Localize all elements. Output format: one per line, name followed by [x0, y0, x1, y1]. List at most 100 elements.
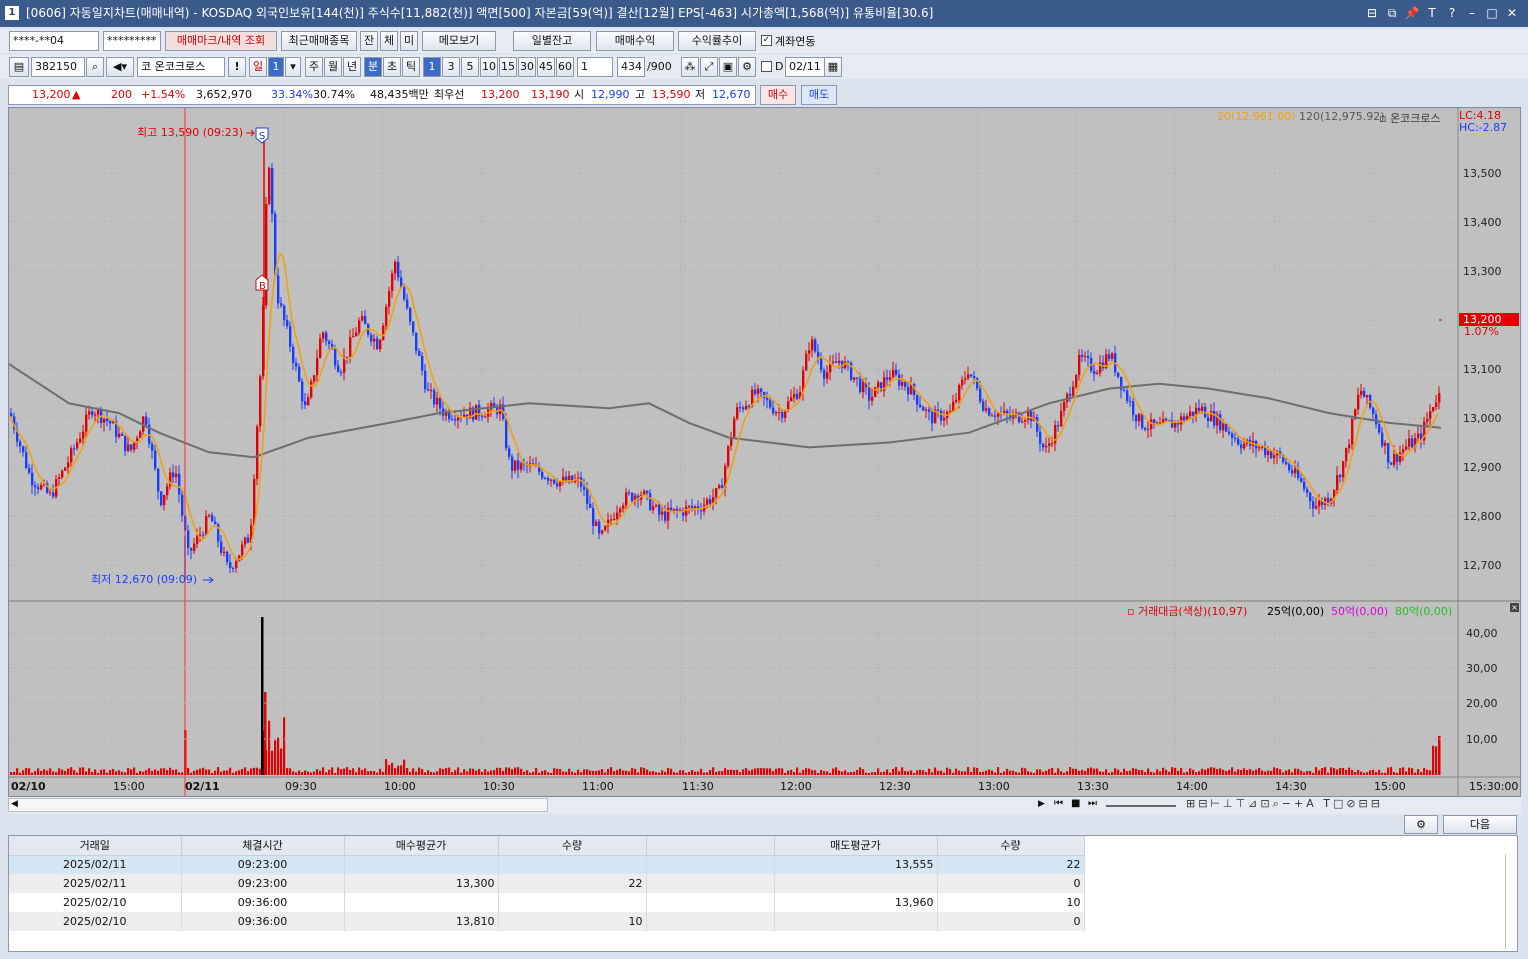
- account-link-checkbox[interactable]: ✓: [761, 35, 772, 46]
- alert-icon[interactable]: !: [228, 57, 246, 77]
- drawing-tools-icon[interactable]: ⊞⊟⊢⊥⊤⊿⊡⌕−+A T□⊘⊟⊟: [1186, 797, 1383, 811]
- pin-icon[interactable]: 📌: [1404, 0, 1420, 27]
- col-sell-avg[interactable]: 매도평균가: [774, 836, 938, 856]
- cell-date: 2025/02/10: [9, 893, 182, 912]
- col-trade-date[interactable]: 거래일: [9, 836, 182, 856]
- filled-button[interactable]: 체: [380, 31, 398, 51]
- minute-1-button[interactable]: 1: [423, 57, 441, 77]
- minute-60-button[interactable]: 60: [556, 57, 574, 77]
- font-icon[interactable]: T: [1424, 0, 1440, 27]
- indicator-icon[interactable]: ⁂: [681, 57, 699, 77]
- chevron-down-icon[interactable]: ▾: [285, 57, 301, 77]
- period-tick-button[interactable]: 틱: [402, 57, 420, 77]
- unfilled-button[interactable]: 미: [400, 31, 418, 51]
- daily-balance-button[interactable]: 일별잔고: [513, 31, 591, 51]
- cell-sell-avg: [774, 874, 938, 893]
- minute-15-button[interactable]: 15: [499, 57, 517, 77]
- table-row[interactable]: 2025/02/11 09:23:00 13,300 22 0: [9, 874, 1085, 893]
- stop-icon[interactable]: ■: [1071, 798, 1080, 809]
- minute-10-button[interactable]: 10: [480, 57, 498, 77]
- volume-bar: [940, 770, 943, 775]
- search-icon[interactable]: ⌕: [86, 57, 104, 77]
- cell-buy-qty: [498, 855, 647, 874]
- candle-body: [778, 412, 781, 414]
- calendar-icon[interactable]: ▦: [824, 57, 842, 77]
- candle-body: [877, 382, 880, 388]
- chart-area[interactable]: SB 13,50013,40013,30013,20013,10013,0001…: [8, 107, 1521, 797]
- period-year-button[interactable]: 년: [343, 57, 361, 77]
- col-sell-qty[interactable]: 수량: [937, 836, 1085, 856]
- gear-icon[interactable]: ⚙: [738, 57, 756, 77]
- candle-body: [1138, 414, 1141, 422]
- volume-bar: [1180, 768, 1183, 775]
- col-exec-time[interactable]: 체결시간: [181, 836, 345, 856]
- volume-bar: [1330, 767, 1333, 775]
- period-day-button[interactable]: 일: [249, 57, 267, 77]
- volume-bar: [1420, 772, 1423, 775]
- return-trend-button[interactable]: 수익률추이: [678, 31, 756, 51]
- account-select[interactable]: ****-**04: [9, 31, 99, 51]
- volume-bar: [988, 769, 991, 775]
- candle-body: [1273, 455, 1276, 459]
- balance-button[interactable]: 잔: [360, 31, 378, 51]
- period-day-select[interactable]: 1: [268, 57, 284, 77]
- period-second-button[interactable]: 초: [383, 57, 401, 77]
- candle-body: [1303, 481, 1306, 490]
- sell-button[interactable]: 매도: [801, 85, 837, 105]
- minute-3-button[interactable]: 3: [442, 57, 460, 77]
- screen-icon[interactable]: ▤: [9, 57, 29, 77]
- buy-button[interactable]: 매수: [760, 85, 796, 105]
- candle-body: [619, 508, 622, 513]
- volume-bar: [505, 767, 508, 775]
- minute-45-button[interactable]: 45: [537, 57, 555, 77]
- volume-bar: [340, 769, 343, 775]
- volume-bar: [973, 767, 976, 775]
- maximize-button[interactable]: □: [1484, 0, 1500, 27]
- minute-30-button[interactable]: 30: [518, 57, 536, 77]
- forward-icon[interactable]: ⏭: [1088, 798, 1097, 809]
- scroll-left-icon[interactable]: ◀: [11, 799, 18, 809]
- password-field[interactable]: *********: [103, 31, 161, 51]
- trade-profit-button[interactable]: 매매수익: [596, 31, 674, 51]
- period-month-button[interactable]: 월: [324, 57, 342, 77]
- date-input[interactable]: 02/11: [785, 57, 825, 77]
- date-checkbox[interactable]: [761, 61, 772, 72]
- layout-icon[interactable]: ⊟: [1364, 0, 1380, 27]
- speaker-icon[interactable]: ◀▾: [106, 57, 134, 77]
- table-row[interactable]: 2025/02/11 09:23:00 13,555 22: [9, 855, 1085, 874]
- tile-icon[interactable]: ⧉: [1384, 0, 1400, 27]
- draw-icon[interactable]: ⤢: [700, 57, 718, 77]
- candle-body: [397, 261, 400, 278]
- zoom-slider[interactable]: [1106, 805, 1176, 807]
- next-button[interactable]: 다음: [1443, 815, 1517, 834]
- help-icon[interactable]: ?: [1444, 0, 1460, 27]
- volume-bar: [1429, 770, 1432, 775]
- col-buy-qty[interactable]: 수량: [498, 836, 647, 856]
- stock-code-input[interactable]: 382150: [31, 57, 85, 77]
- col-buy-avg[interactable]: 매수평균가: [344, 836, 499, 856]
- recent-items-button[interactable]: 최근매매종목: [281, 31, 357, 51]
- table-row[interactable]: 2025/02/10 09:36:00 13,810 10 0: [9, 912, 1085, 931]
- close-button[interactable]: ✕: [1504, 0, 1520, 27]
- minute-5-button[interactable]: 5: [461, 57, 479, 77]
- save-icon[interactable]: ▣: [719, 57, 737, 77]
- candle-body: [1309, 492, 1312, 502]
- stock-name-field[interactable]: 코 온코크로스: [137, 57, 225, 77]
- table-row[interactable]: 2025/02/10 09:36:00 13,960 10: [9, 893, 1085, 912]
- scroll-right-icon[interactable]: ▶: [1038, 799, 1045, 809]
- trade-mark-query-button[interactable]: 매매마크/내역 조회: [165, 31, 277, 51]
- period-week-button[interactable]: 주: [305, 57, 323, 77]
- interval-select[interactable]: 1: [577, 57, 613, 77]
- rewind-icon[interactable]: ⏮: [1054, 798, 1063, 809]
- close-pane-icon[interactable]: ×: [1510, 603, 1519, 612]
- period-minute-button[interactable]: 분: [364, 57, 382, 77]
- candle-body: [454, 419, 457, 421]
- grid-scrollbar[interactable]: [1505, 854, 1513, 949]
- memo-view-button[interactable]: 메모보기: [422, 31, 496, 51]
- data-count-input[interactable]: 434: [617, 57, 645, 77]
- chart-svg[interactable]: SB 13,50013,40013,30013,20013,10013,0001…: [9, 108, 1520, 796]
- candle-body: [214, 521, 217, 525]
- chart-scroll-track[interactable]: [8, 798, 548, 812]
- settings-button[interactable]: ⚙: [1404, 815, 1438, 834]
- minimize-button[interactable]: –: [1464, 0, 1480, 27]
